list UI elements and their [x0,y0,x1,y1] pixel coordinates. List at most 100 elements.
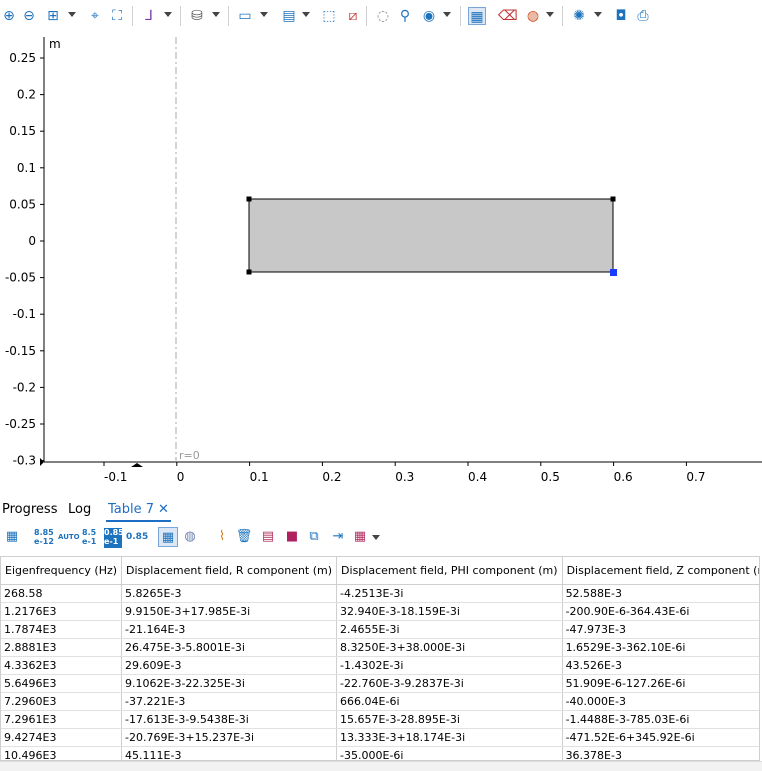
precision-format-button[interactable]: 8.85 e-12 [34,528,54,548]
table-cell[interactable]: -47.973E-3 [562,620,759,639]
close-icon[interactable]: ✕ [158,502,169,517]
graph-icon[interactable]: ◍ [180,527,200,547]
zoom-box-icon[interactable]: ⊞ [44,7,62,25]
table-row[interactable]: 7.2960E3 -37.221E-3 666.04E-6i -40.000E-3 [1,692,759,711]
zoom-out-icon[interactable]: ⊖ [20,7,38,25]
table-cell[interactable]: 9.9150E-3+17.985E-3i [121,602,338,621]
color-palette-icon[interactable]: ◍ [524,7,542,25]
view-settings-icon[interactable]: ◉ [420,7,438,25]
table-cell[interactable]: 2.4655E-3i [336,620,563,639]
table-row[interactable]: 9.4274E3 -20.769E-3+15.237E-3i 13.333E-3+1… [1,728,759,747]
axis-dropdown-caret[interactable] [164,12,172,17]
print-icon[interactable]: ⎙ [634,7,652,25]
hide-icon[interactable]: ◌ [374,7,392,25]
vertex-point[interactable] [246,196,252,202]
show-icon[interactable]: ⚲ [396,7,414,25]
table-row[interactable]: 4.3362E3 29.609E-3 -1.4302E-3i 43.526E-3 [1,656,759,675]
lock-view-icon[interactable]: ✺ [570,7,588,25]
zoom-dropdown-caret[interactable] [68,12,76,17]
table-cell[interactable]: 52.588E-3 [562,584,759,603]
tab-progress[interactable]: Progress [0,498,59,522]
delete-icon[interactable]: 🗑 [234,527,254,547]
vertex-point[interactable] [610,196,616,202]
table-cell[interactable]: -20.769E-3+15.237E-3i [121,728,338,747]
deselect-box-icon[interactable]: ⧄ [344,7,362,25]
select-objects-icon[interactable]: ▭ [236,7,254,25]
table-cell[interactable]: 45.111E-3 [121,746,338,760]
scientific-notation-button[interactable]: 8.5 e-1 [82,528,102,548]
select-dropdown-caret[interactable] [260,12,268,17]
table-cell[interactable]: 1.2176E3 [1,602,123,621]
table-row[interactable]: 1.7874E3 -21.164E-3 2.4655E-3i -47.973E-3 [1,620,759,639]
table-cell[interactable]: 9.1062E-3-22.325E-3i [121,674,338,693]
tab-table-7[interactable]: Table 7 ✕ [106,498,171,522]
table-cell[interactable]: 13.333E-3+18.174E-3i [336,728,563,747]
selection-mode-caret[interactable] [302,12,310,17]
select-box-icon[interactable]: ⬚ [320,7,338,25]
selection-mode-icon[interactable]: ▤ [280,7,298,25]
heat-map-icon[interactable]: ■ [282,527,302,547]
table-cell[interactable]: -37.221E-3 [121,692,338,711]
results-table[interactable]: Eigenfrequency (Hz) Displacement field, … [0,556,760,761]
table-options-icon[interactable]: ▦ [350,527,370,547]
zoom-in-icon[interactable]: ⊕ [0,7,18,25]
table-icon[interactable]: ▦ [468,7,486,25]
table-cell[interactable]: -40.000E-3 [562,692,759,711]
table-view-icon[interactable]: ▦ [158,527,178,547]
table-cell[interactable]: 1.7874E3 [1,620,123,639]
table-cell[interactable]: 4.3362E3 [1,656,123,675]
table-cell[interactable]: 26.475E-3-5.8001E-3i [121,638,338,657]
table-cell[interactable]: -471.52E-6+345.92E-6i [562,728,759,747]
table-cell[interactable]: -1.4488E-3-785.03E-6i [562,710,759,729]
views-icon[interactable]: ⛁ [188,7,206,25]
view-settings-caret[interactable] [443,12,451,17]
table-cell[interactable]: 5.8265E-3 [121,584,338,603]
table-cell[interactable]: 7.2960E3 [1,692,123,711]
column-header-phi-component[interactable]: Displacement field, PHI component (m) [336,557,563,585]
table-row[interactable]: 268.58 5.8265E-3 -4.2513E-3i 52.588E-3 [1,584,759,603]
tab-log[interactable]: Log [66,498,93,522]
table-cell[interactable]: 10.496E3 [1,746,123,760]
palette-dropdown-caret[interactable] [546,12,554,17]
table-cell[interactable]: -21.164E-3 [121,620,338,639]
table-cell[interactable]: -17.613E-3-9.5438E-3i [121,710,338,729]
clear-table-icon[interactable]: ⌇ [212,527,232,547]
table-options-caret[interactable] [372,535,380,540]
column-header-z-component[interactable]: Displacement field, Z component (m), [562,557,759,585]
table-surface-icon[interactable]: ▤ [258,527,278,547]
table-row[interactable]: 2.8881E3 26.475E-3-5.8001E-3i 8.3250E-3+38… [1,638,759,657]
vertex-point[interactable] [246,269,252,275]
views-dropdown-caret[interactable] [212,12,220,17]
copy-table-icon[interactable]: ⧉ [304,527,324,547]
table-cell[interactable]: 29.609E-3 [121,656,338,675]
table-row[interactable]: 7.2961E3 -17.613E-3-9.5438E-3i 15.657E-3-2… [1,710,759,729]
table-cell[interactable]: 1.6529E-3-362.10E-6i [562,638,759,657]
axis-orientation-icon[interactable]: ⅃ [140,7,158,25]
selected-vertex-point[interactable] [610,269,617,276]
table-cell[interactable]: -200.90E-6-364.43E-6i [562,602,759,621]
clear-icon[interactable]: ⌫ [498,7,518,25]
table-row[interactable]: 5.6496E3 9.1062E-3-22.325E-3i -22.760E-3-9… [1,674,759,693]
table-row[interactable]: 1.2176E3 9.9150E-3+17.985E-3i 32.940E-3-18… [1,602,759,621]
column-header-eigenfrequency[interactable]: Eigenfrequency (Hz) [1,557,123,585]
table-cell[interactable]: -35.000E-6i [336,746,563,760]
full-precision-icon[interactable]: ▦ [2,527,22,547]
table-cell[interactable]: 36.378E-3 [562,746,759,760]
table-cell[interactable]: 5.6496E3 [1,674,123,693]
auto-notation-button[interactable]: AUTO [58,533,80,553]
zoom-selection-icon[interactable]: ⛶ [108,7,126,25]
table-cell[interactable]: 666.04E-6i [336,692,563,711]
zoom-extents-icon[interactable]: ⌖ [86,7,104,25]
table-cell[interactable]: -4.2513E-3i [336,584,563,603]
table-cell[interactable]: 32.940E-3-18.159E-3i [336,602,563,621]
column-header-r-component[interactable]: Displacement field, R component (m) [121,557,338,585]
table-cell[interactable]: -1.4302E-3i [336,656,563,675]
lock-view-caret[interactable] [594,12,602,17]
table-cell[interactable]: 2.8881E3 [1,638,123,657]
table-cell[interactable]: 268.58 [1,584,123,603]
table-cell[interactable]: 9.4274E3 [1,728,123,747]
geometry-domain[interactable] [248,198,614,273]
table-cell[interactable]: 51.909E-6-127.26E-6i [562,674,759,693]
table-cell[interactable]: 15.657E-3-28.895E-3i [336,710,563,729]
export-table-icon[interactable]: ⇥ [328,527,348,547]
